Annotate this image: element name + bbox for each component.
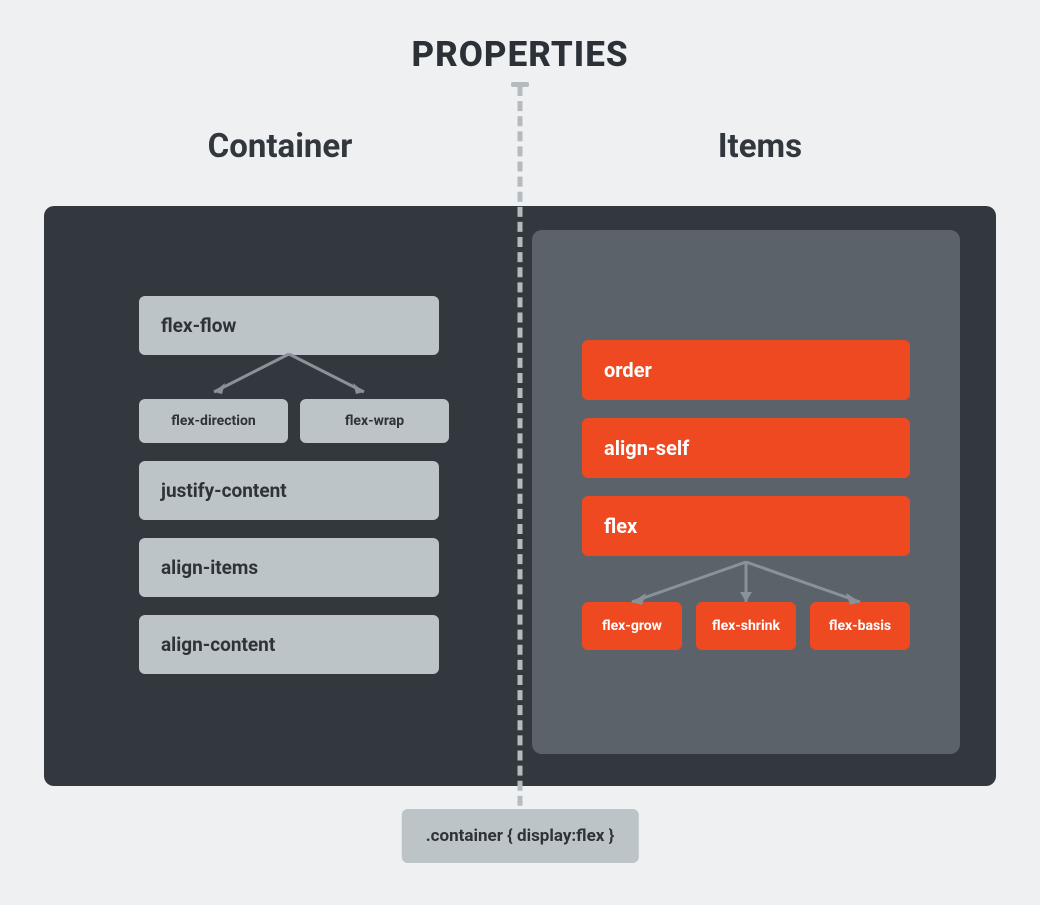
page-title: PROPERTIES bbox=[0, 0, 1040, 75]
prop-flex: flex bbox=[582, 496, 910, 556]
container-column-title: Container bbox=[40, 127, 520, 166]
prop-align-items: align-items bbox=[139, 538, 439, 597]
prop-justify-content: justify-content bbox=[139, 461, 439, 520]
prop-align-content: align-content bbox=[139, 615, 439, 674]
prop-order: order bbox=[582, 340, 910, 400]
divider-cap-icon bbox=[511, 82, 529, 87]
container-properties-group: flex-flow flex-direction flex-wrap justi… bbox=[139, 296, 449, 692]
items-column-title: Items bbox=[520, 127, 1000, 166]
prop-align-self: align-self bbox=[582, 418, 910, 478]
prop-flex-shrink: flex-shrink bbox=[696, 602, 796, 650]
prop-flex-flow: flex-flow bbox=[139, 296, 439, 355]
prop-flex-grow: flex-grow bbox=[582, 602, 682, 650]
prop-flex-direction: flex-direction bbox=[139, 399, 288, 443]
footer-code-snippet: .container { display:flex } bbox=[402, 809, 639, 863]
prop-flex-basis: flex-basis bbox=[810, 602, 910, 650]
prop-flex-wrap: flex-wrap bbox=[300, 399, 449, 443]
divider-line-icon bbox=[518, 86, 523, 836]
items-card: order align-self flex flex-grow flex-shr… bbox=[532, 230, 960, 754]
flex-flow-branch-arrows-icon bbox=[139, 346, 439, 406]
